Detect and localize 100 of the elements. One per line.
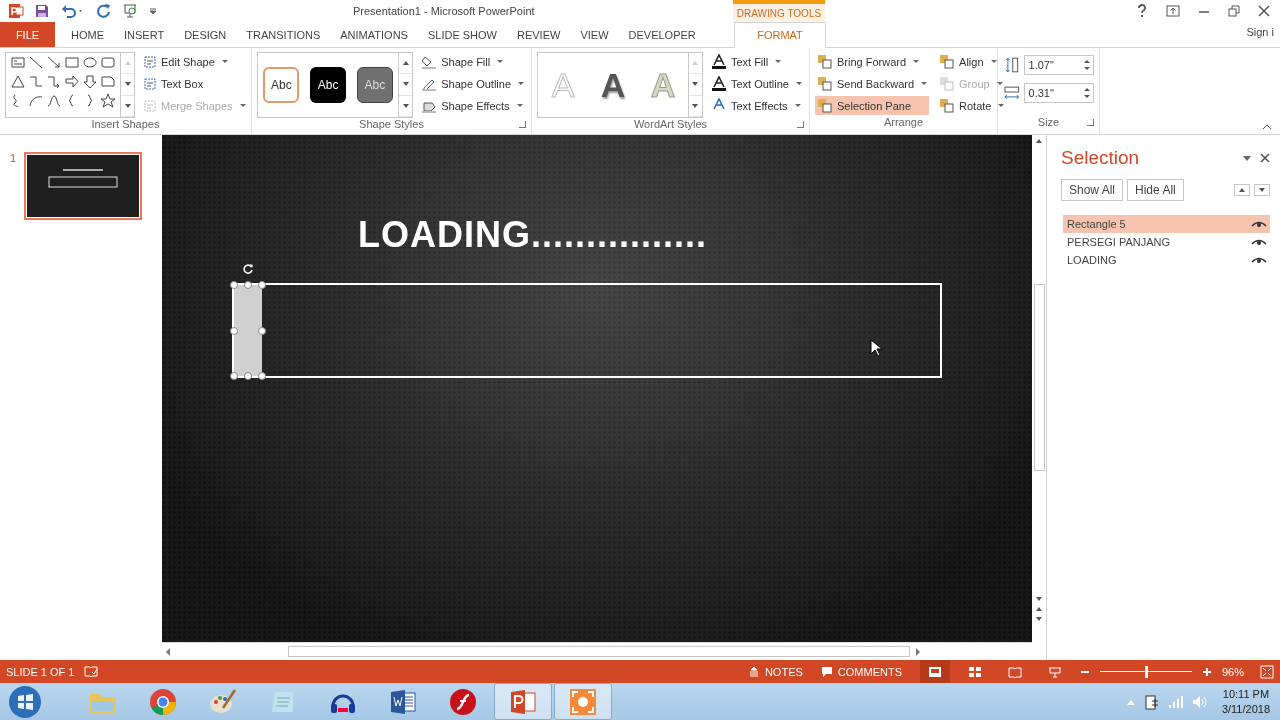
ribbon-tab[interactable]: HOME — [62, 22, 113, 47]
ribbon-command[interactable]: Shape Effects — [419, 96, 526, 115]
line-icon[interactable] — [28, 55, 44, 70]
ribbon-command[interactable]: Text Outline — [708, 74, 804, 93]
close-icon[interactable] — [1258, 5, 1270, 17]
rotate-icon — [939, 98, 956, 113]
wordart-preset[interactable]: A — [591, 65, 634, 105]
powerpoint-icon[interactable] — [8, 3, 24, 19]
selection-list-item[interactable]: PERSEGI PANJANG — [1063, 233, 1270, 251]
merge-shapes-icon — [143, 98, 157, 113]
down-arrow-icon[interactable] — [82, 74, 98, 89]
dialog-launcher-icon[interactable] — [797, 121, 804, 128]
selection-list-item[interactable]: LOADING — [1063, 251, 1270, 269]
pane-button[interactable]: Hide All — [1127, 179, 1184, 201]
selection-pane-icon — [817, 98, 833, 113]
zoom-level[interactable]: 96% — [1222, 665, 1250, 678]
comment-icon — [820, 665, 833, 678]
restore-icon[interactable] — [1228, 5, 1240, 17]
ribbon-tab[interactable]: DESIGN — [175, 22, 236, 47]
ribbon-command[interactable]: Shape Outline — [419, 74, 526, 93]
ribbon-command[interactable]: Text Fill — [708, 52, 804, 71]
send-backward-button[interactable] — [1254, 184, 1270, 196]
ribbon-command[interactable]: Align — [937, 52, 1007, 71]
ribbon-tab[interactable]: VIEW — [571, 22, 618, 47]
ribbon-command[interactable]: Rotate — [937, 96, 1007, 115]
ribbon-command[interactable]: Bring Forward — [815, 52, 930, 71]
width-icon — [1003, 84, 1021, 102]
ribbon-tab[interactable]: SLIDE SHOW — [418, 22, 506, 47]
eye-icon[interactable] — [1251, 238, 1267, 246]
style-preset[interactable]: Abc — [263, 67, 300, 103]
triangle-icon[interactable] — [10, 74, 26, 89]
clock[interactable]: 10:11 PM 3/11/2018 — [1221, 686, 1270, 717]
star-icon[interactable] — [100, 93, 116, 108]
ribbon-tab[interactable]: FORMAT — [734, 22, 826, 48]
ribbon-command[interactable]: Edit Shape — [141, 52, 248, 71]
item-label: PERSEGI PANJANG — [1067, 236, 1171, 248]
slide-number: 1 — [10, 152, 18, 164]
style-preset[interactable]: Abc — [356, 67, 393, 103]
text-box-icon — [143, 76, 157, 91]
pane-options-icon[interactable] — [1242, 154, 1252, 162]
slide-show-icon — [1048, 665, 1062, 678]
arrow-icon[interactable] — [46, 55, 62, 70]
resize-handle[interactable] — [230, 326, 238, 335]
caret-icon — [497, 60, 504, 63]
view-button[interactable] — [920, 660, 950, 683]
bring-forward-button[interactable] — [1234, 184, 1250, 196]
pane-button[interactable]: Show All — [1061, 179, 1124, 201]
spelling-icon[interactable] — [84, 665, 99, 678]
ribbon-command[interactable]: Send Backward — [815, 74, 930, 93]
fit-slide-icon[interactable] — [1260, 664, 1274, 679]
comments-button[interactable]: COMMENTS — [820, 665, 902, 678]
caret-icon — [996, 82, 1003, 85]
snipped-shape-icon[interactable] — [100, 74, 116, 89]
help-icon[interactable] — [1136, 4, 1148, 18]
arc-icon[interactable] — [28, 93, 44, 108]
style-preset[interactable]: Abc — [310, 67, 347, 103]
ribbon-tab[interactable]: REVIEW — [508, 22, 570, 47]
reading-view-icon — [1008, 665, 1022, 678]
caret-icon — [990, 60, 997, 63]
ribbon-tab[interactable]: FILE — [0, 22, 55, 47]
ribbon-options-icon[interactable] — [1166, 5, 1180, 17]
ribbon-command[interactable]: Text Box — [141, 74, 248, 93]
height-icon — [1003, 56, 1021, 74]
width-field[interactable]: 0.31" — [1023, 83, 1094, 103]
notes-button[interactable]: NOTES — [747, 665, 803, 678]
connector-arrow-icon[interactable] — [46, 74, 62, 89]
height-field[interactable]: 1.07" — [1023, 55, 1094, 75]
ribbon-tab[interactable]: ANIMATIONS — [331, 22, 417, 47]
dialog-launcher-icon[interactable] — [1087, 119, 1094, 126]
collapse-ribbon-icon[interactable] — [1262, 124, 1272, 130]
taskbar-button[interactable] — [494, 683, 552, 720]
ribbon-tab[interactable]: TRANSITIONS — [237, 22, 330, 47]
ribbon-tab[interactable]: DEVELOPER — [619, 22, 705, 47]
curve-icon[interactable] — [46, 93, 62, 108]
group-label: Shape Styles — [257, 118, 526, 134]
redo-icon[interactable] — [96, 3, 112, 19]
rotate-handle-icon[interactable] — [242, 263, 255, 275]
ribbon-command[interactable]: Shape Fill — [419, 52, 526, 71]
save-icon[interactable] — [34, 3, 50, 19]
close-icon[interactable] — [1260, 153, 1270, 163]
eye-icon[interactable] — [1251, 256, 1267, 264]
ribbon-tab[interactable]: INSERT — [115, 22, 174, 47]
eye-icon[interactable] — [1251, 220, 1267, 228]
power-plug-icon[interactable] — [1143, 692, 1160, 711]
caret-icon — [796, 82, 802, 85]
mouse-pointer-icon — [870, 339, 882, 357]
caret-icon — [913, 60, 920, 63]
sign-in-link[interactable]: Sign i — [1246, 26, 1274, 38]
right-arrow-icon[interactable] — [64, 74, 80, 89]
resize-handle[interactable] — [258, 326, 267, 335]
dialog-launcher-icon[interactable] — [519, 121, 526, 128]
context-tab-label: DRAWING TOOLS — [733, 0, 825, 22]
start-button[interactable] — [8, 684, 42, 719]
zoom-in-icon[interactable] — [1202, 666, 1212, 677]
ribbon-command[interactable]: Selection Pane — [815, 96, 930, 115]
selection-list-item[interactable]: Rectangle 5 — [1063, 215, 1270, 233]
presentation-icon[interactable] — [122, 3, 138, 19]
group-label: Insert Shapes — [90, 118, 161, 132]
word-document-icon — [389, 687, 417, 716]
ribbon-command[interactable]: Text Effects — [708, 96, 804, 115]
